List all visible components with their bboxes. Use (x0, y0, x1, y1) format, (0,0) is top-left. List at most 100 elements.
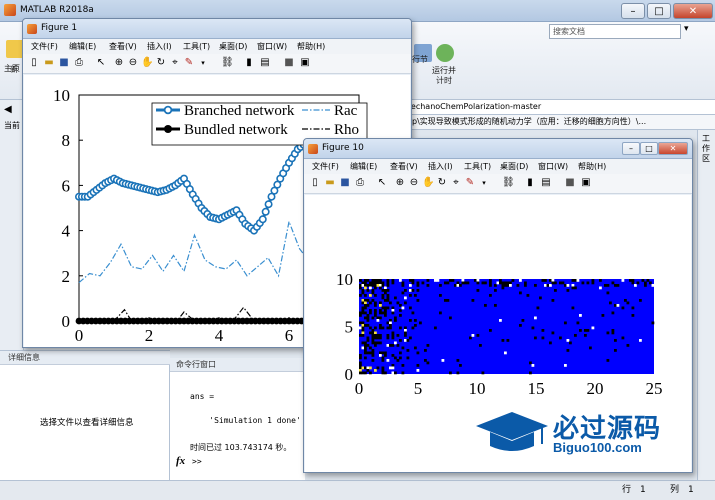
open-file-icon[interactable]: ▬ (324, 177, 336, 189)
legend-icon[interactable]: ▤ (540, 177, 552, 189)
menu-desktop[interactable]: 桌面(D) (219, 41, 247, 52)
heatmap-cell (361, 366, 365, 370)
search-documentation-input[interactable]: 搜索文档 (549, 24, 681, 39)
heatmap-cell (381, 306, 385, 310)
hide-tools-icon[interactable]: ■ (564, 177, 576, 189)
menu-tools[interactable]: 工具(T) (183, 41, 210, 52)
maximize-icon[interactable]: □ (647, 3, 671, 19)
heatmap-cell (456, 359, 460, 362)
menu-insert[interactable]: 插入(I) (147, 41, 172, 52)
heatmap-cell (499, 279, 502, 282)
heatmap-cell (531, 326, 535, 330)
menu-view[interactable]: 查看(V) (109, 41, 137, 52)
y-tick-label: 10 (336, 270, 353, 289)
menu-edit[interactable]: 编辑(E) (350, 161, 377, 172)
heatmap-cell (484, 304, 487, 307)
workspace-strip[interactable]: 工作区 (697, 130, 715, 480)
heatmap-cell (456, 284, 460, 287)
heatmap-cell (391, 331, 395, 335)
heatmap-cell (399, 279, 402, 282)
minimize-icon[interactable]: – (622, 142, 640, 155)
figure-10-title-bar[interactable]: Figure 10 – □ ✕ (304, 139, 692, 159)
minimize-icon[interactable]: – (621, 3, 645, 19)
heatmap-cell (361, 331, 365, 335)
print-icon[interactable]: ⎙ (73, 57, 85, 69)
maximize-icon[interactable]: □ (640, 142, 658, 155)
menu-desktop[interactable]: 桌面(D) (500, 161, 528, 172)
heatmap-cell (374, 344, 377, 347)
figure-1-menubar: 文件(F) 编辑(E) 查看(V) 插入(I) 工具(T) 桌面(D) 窗口(W… (23, 39, 411, 54)
menu-window[interactable]: 窗口(W) (257, 41, 287, 52)
close-icon[interactable]: ✕ (673, 3, 713, 19)
pan-icon[interactable]: ✋ (422, 177, 434, 189)
heatmap-cell (409, 284, 412, 287)
brush-icon[interactable]: ✎ (183, 57, 195, 69)
menu-file[interactable]: 文件(F) (31, 41, 58, 52)
heatmap-cell (541, 279, 545, 282)
colorbar-icon[interactable]: ▮ (524, 177, 536, 189)
menu-tools[interactable]: 工具(T) (464, 161, 491, 172)
menu-help[interactable]: 帮助(H) (297, 41, 325, 52)
run-and-time-icon[interactable] (436, 44, 454, 62)
heatmap-cell (601, 314, 605, 317)
rotate-icon[interactable]: ↻ (436, 177, 448, 189)
zoom-in-icon[interactable]: ⊕ (113, 57, 125, 69)
new-figure-icon[interactable]: ▯ (309, 177, 321, 189)
new-figure-icon[interactable]: ▯ (28, 57, 40, 69)
save-icon[interactable]: ■ (339, 177, 351, 189)
legend-icon[interactable]: ▤ (259, 57, 271, 69)
data-cursor-icon[interactable]: ⌖ (169, 57, 181, 69)
heatmap-cell (439, 284, 442, 287)
hide-tools-icon[interactable]: ■ (283, 57, 295, 69)
print-icon[interactable]: ⎙ (354, 177, 366, 189)
show-tools-icon[interactable]: ▣ (299, 57, 311, 69)
heatmap-cell (606, 291, 610, 295)
heatmap-cell (396, 334, 400, 337)
heatmap-cell (386, 279, 390, 282)
heatmap-cell (564, 284, 567, 287)
pan-icon[interactable]: ✋ (141, 57, 153, 69)
pointer-icon[interactable]: ↖ (95, 57, 107, 69)
menu-edit[interactable]: 编辑(E) (69, 41, 96, 52)
zoom-in-icon[interactable]: ⊕ (394, 177, 406, 189)
filter-icon[interactable]: ▾ (684, 24, 698, 39)
heatmap-cell (359, 286, 362, 290)
heatmap-cell (359, 369, 362, 372)
back-arrow-icon[interactable]: ◀ (4, 104, 12, 115)
save-icon[interactable]: ■ (58, 57, 70, 69)
command-prompt[interactable]: >> (192, 457, 202, 466)
ribbon-button-run-and-time[interactable]: 运行并计时 (430, 66, 458, 86)
link-plot-icon[interactable]: ⛓ (221, 57, 234, 69)
heatmap-cell (359, 366, 362, 370)
heatmap-cell (361, 371, 365, 375)
ribbon-button-new[interactable]: 新 (10, 64, 18, 75)
brush-dropdown-icon[interactable]: ▾ (478, 177, 490, 189)
heatmap-cell (444, 299, 447, 302)
zoom-out-icon[interactable]: ⊖ (408, 177, 420, 189)
colorbar-icon[interactable]: ▮ (243, 57, 255, 69)
heatmap-cell (386, 281, 390, 285)
link-plot-icon[interactable]: ⛓ (502, 177, 515, 189)
menu-insert[interactable]: 插入(I) (428, 161, 453, 172)
heatmap-cell (376, 281, 380, 285)
brush-dropdown-icon[interactable]: ▾ (197, 57, 209, 69)
menu-view[interactable]: 查看(V) (390, 161, 418, 172)
heatmap-cell (371, 279, 375, 282)
command-window[interactable]: 命令行窗口 ans = 'Simulation 1 done' 时间已过 103… (170, 358, 305, 480)
heatmap-cell (371, 289, 375, 292)
brush-icon[interactable]: ✎ (464, 177, 476, 189)
close-icon[interactable]: ✕ (658, 142, 688, 155)
figure-1-title-bar[interactable]: Figure 1 (23, 19, 411, 39)
show-tools-icon[interactable]: ▣ (580, 177, 592, 189)
data-cursor-icon[interactable]: ⌖ (450, 177, 462, 189)
menu-file[interactable]: 文件(F) (312, 161, 339, 172)
open-file-icon[interactable]: ▬ (43, 57, 55, 69)
rotate-icon[interactable]: ↻ (155, 57, 167, 69)
heatmap-cell (641, 279, 645, 282)
menu-help[interactable]: 帮助(H) (578, 161, 606, 172)
pointer-icon[interactable]: ↖ (376, 177, 388, 189)
zoom-out-icon[interactable]: ⊖ (127, 57, 139, 69)
heatmap-cell (564, 321, 567, 325)
menu-window[interactable]: 窗口(W) (538, 161, 568, 172)
ribbon-button-section[interactable]: 行节 (412, 54, 428, 65)
